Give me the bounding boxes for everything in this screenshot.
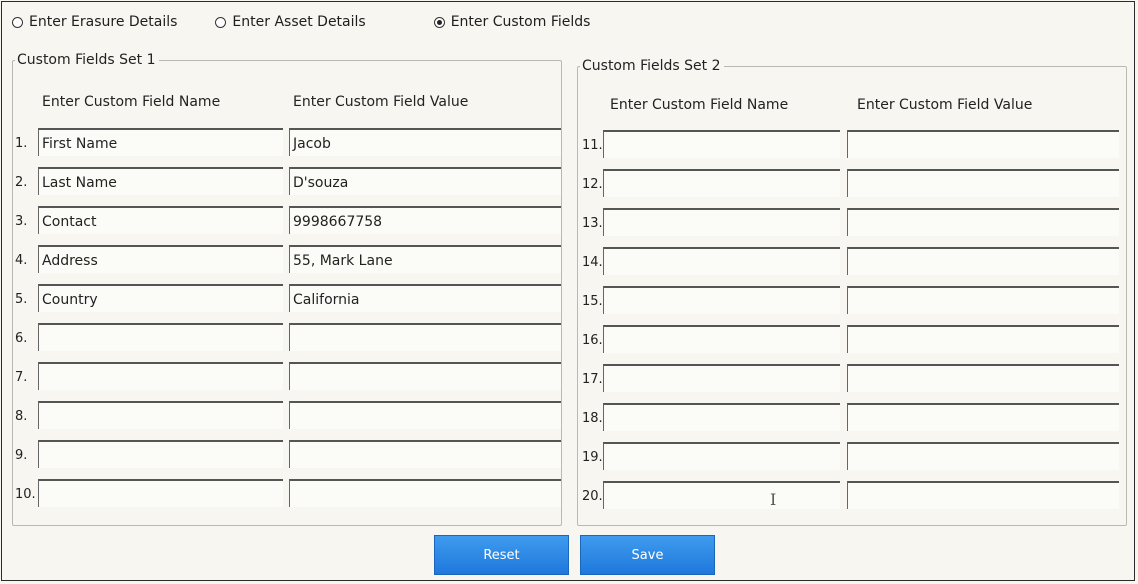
custom-field-name-input[interactable] bbox=[603, 247, 840, 275]
text-cursor-icon: I bbox=[770, 490, 777, 509]
row-number: 3. bbox=[15, 214, 28, 229]
custom-field-value-input[interactable]: 9998667758 bbox=[289, 206, 561, 234]
row-number: 2. bbox=[15, 175, 28, 190]
save-button[interactable]: Save bbox=[580, 535, 715, 575]
custom-field-name-input[interactable] bbox=[603, 169, 840, 197]
row-number: 1. bbox=[15, 136, 28, 151]
custom-field-name-input[interactable] bbox=[603, 325, 840, 353]
row-number: 14. bbox=[582, 255, 603, 270]
radio-checked-icon bbox=[433, 16, 445, 28]
row-number: 5. bbox=[15, 292, 28, 307]
custom-field-name-input[interactable] bbox=[38, 323, 283, 351]
row-number: 6. bbox=[15, 331, 28, 346]
row-number: 15. bbox=[582, 294, 603, 309]
custom-field-name-input[interactable]: Contact bbox=[38, 206, 283, 234]
custom-field-value-input[interactable] bbox=[847, 286, 1119, 314]
custom-field-name-input[interactable]: Country bbox=[38, 284, 283, 312]
radio-custom-fields[interactable]: Enter Custom Fields bbox=[433, 14, 591, 30]
custom-field-name-input[interactable] bbox=[603, 208, 840, 236]
row-number: 18. bbox=[582, 411, 603, 426]
custom-field-name-input[interactable] bbox=[38, 479, 283, 507]
radio-asset-details[interactable]: Enter Asset Details bbox=[215, 14, 366, 30]
radio-label: Enter Custom Fields bbox=[450, 14, 591, 30]
custom-field-name-input[interactable] bbox=[603, 286, 840, 314]
row-number: 9. bbox=[15, 448, 28, 463]
custom-field-value-input[interactable] bbox=[847, 325, 1119, 353]
custom-field-name-input[interactable] bbox=[38, 440, 283, 468]
custom-field-value-input[interactable] bbox=[847, 169, 1119, 197]
custom-field-value-input[interactable] bbox=[847, 208, 1119, 236]
custom-field-name-input[interactable] bbox=[603, 130, 840, 158]
custom-field-value-input[interactable]: 55, Mark Lane bbox=[289, 245, 561, 273]
custom-field-value-input[interactable] bbox=[289, 323, 561, 351]
row-number: 20. bbox=[582, 489, 603, 504]
radio-label: Enter Asset Details bbox=[232, 14, 366, 30]
custom-field-value-input[interactable] bbox=[289, 440, 561, 468]
radio-circle-icon bbox=[12, 16, 23, 28]
radio-erasure-details[interactable]: Enter Erasure Details bbox=[12, 14, 177, 30]
name-column-header: Enter Custom Field Name bbox=[42, 94, 221, 110]
custom-field-value-input[interactable] bbox=[289, 362, 561, 390]
custom-field-name-input[interactable]: First Name bbox=[38, 128, 283, 156]
name-column-header: Enter Custom Field Name bbox=[610, 97, 789, 113]
row-number: 19. bbox=[582, 450, 603, 465]
custom-field-value-input[interactable]: D'souza bbox=[289, 167, 561, 195]
custom-field-value-input[interactable]: Jacob bbox=[289, 128, 561, 156]
row-number: 16. bbox=[582, 333, 603, 348]
custom-field-value-input[interactable] bbox=[847, 442, 1119, 470]
row-number: 7. bbox=[15, 370, 28, 385]
row-number: 13. bbox=[582, 216, 603, 231]
custom-field-value-input[interactable] bbox=[289, 479, 561, 507]
custom-field-value-input[interactable] bbox=[847, 130, 1119, 158]
row-number: 8. bbox=[15, 409, 28, 424]
row-number: 4. bbox=[15, 253, 28, 268]
custom-field-name-input[interactable] bbox=[603, 403, 840, 431]
value-column-header: Enter Custom Field Value bbox=[293, 94, 469, 110]
mode-radio-group: Enter Erasure Details Enter Asset Detail… bbox=[12, 12, 590, 32]
row-number: 12. bbox=[582, 177, 603, 192]
set-1-title: Custom Fields Set 1 bbox=[17, 52, 156, 68]
row-number: 17. bbox=[582, 372, 603, 387]
custom-field-value-input[interactable] bbox=[847, 247, 1119, 275]
custom-field-value-input[interactable] bbox=[847, 403, 1119, 431]
custom-field-name-input[interactable] bbox=[38, 362, 283, 390]
custom-field-name-input[interactable] bbox=[603, 481, 840, 509]
set-2-title: Custom Fields Set 2 bbox=[582, 58, 721, 74]
custom-field-value-input[interactable] bbox=[847, 481, 1119, 509]
custom-field-name-input[interactable] bbox=[603, 364, 840, 392]
custom-field-name-input[interactable]: Address bbox=[38, 245, 283, 273]
reset-button[interactable]: Reset bbox=[434, 535, 569, 575]
custom-field-value-input[interactable] bbox=[847, 364, 1119, 392]
custom-field-value-input[interactable] bbox=[289, 401, 561, 429]
row-number: 11. bbox=[582, 138, 603, 153]
custom-field-name-input[interactable]: Last Name bbox=[38, 167, 283, 195]
custom-field-name-input[interactable] bbox=[38, 401, 283, 429]
radio-label: Enter Erasure Details bbox=[29, 14, 178, 30]
value-column-header: Enter Custom Field Value bbox=[857, 97, 1033, 113]
radio-circle-icon bbox=[215, 16, 227, 28]
custom-field-name-input[interactable] bbox=[603, 442, 840, 470]
row-number: 10. bbox=[15, 487, 36, 502]
custom-field-value-input[interactable]: California bbox=[289, 284, 561, 312]
